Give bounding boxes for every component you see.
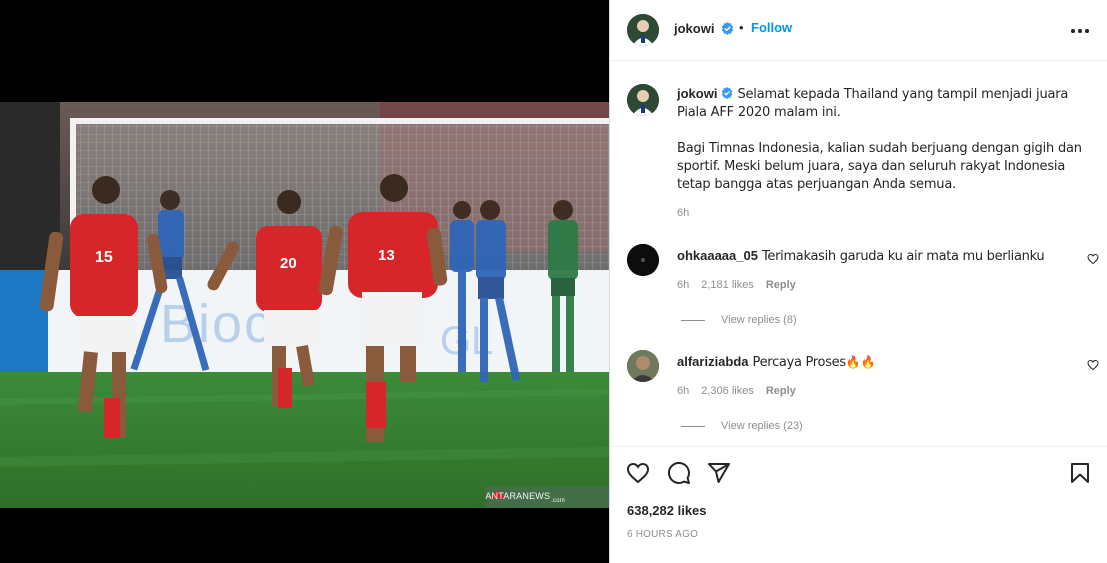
fire-emoji: 🔥🔥 [845, 355, 876, 369]
comment-username[interactable]: alfariziabda [677, 354, 749, 369]
author-username[interactable]: jokowi [674, 21, 714, 36]
svg-text:13: 13 [378, 247, 395, 264]
post-actions: 638,282 likes 6 HOURS AGO [610, 446, 1107, 563]
caption-paragraph-2: Bagi Timnas Indonesia, kalian sudah berj… [677, 141, 1082, 192]
heart-icon[interactable] [626, 461, 650, 485]
share-icon[interactable] [707, 461, 731, 485]
caption-timestamp[interactable]: 6h [677, 207, 689, 219]
svg-text:20: 20 [280, 255, 297, 272]
comment-like-heart-icon[interactable] [1087, 253, 1099, 265]
post-sidebar: jokowi • Follow jokowi Selamat kepada Tha… [609, 0, 1107, 563]
post-header: jokowi • Follow [610, 0, 1107, 61]
comment-text: ohkaaaaa_05 Terimakasih garuda ku air mat… [677, 248, 1045, 264]
caption-avatar[interactable] [627, 84, 659, 116]
comment-like-heart-icon[interactable] [1087, 359, 1099, 371]
comment-text: alfariziabda Percaya Proses🔥🔥 [677, 354, 876, 370]
football-match-photo: Bioc GL 15 20 13 [0, 102, 609, 508]
verified-badge-icon [722, 87, 733, 99]
post-like-count[interactable]: 638,282 likes [627, 503, 707, 518]
comment-username[interactable]: ohkaaaaa_05 [677, 248, 758, 263]
author-avatar[interactable] [627, 14, 659, 46]
comment-meta: 6h 2,181 likes Reply [677, 279, 808, 291]
comment-meta: 6h 2,306 likes Reply [677, 385, 808, 397]
comment-time[interactable]: 6h [677, 385, 689, 397]
caption-text: jokowi Selamat kepada Thailand yang tampi… [677, 85, 1089, 194]
svg-text:15: 15 [95, 249, 113, 266]
verified-badge-icon [721, 22, 734, 35]
svg-text:Bioc: Bioc [160, 294, 273, 354]
reply-button[interactable]: Reply [766, 385, 796, 397]
more-options-icon[interactable] [1068, 20, 1092, 40]
header-separator: • [739, 20, 744, 35]
follow-button[interactable]: Follow [751, 20, 792, 35]
view-replies-button[interactable]: View replies (23) [681, 420, 803, 432]
bookmark-icon[interactable] [1068, 461, 1092, 485]
comment-icon[interactable] [667, 461, 691, 485]
photo-watermark: ANTARANEWS.com [485, 491, 565, 504]
commenter-avatar[interactable] [627, 244, 659, 276]
comment-time[interactable]: 6h [677, 279, 689, 291]
comment-likes[interactable]: 2,181 likes [701, 279, 754, 291]
post-media[interactable]: Bioc GL 15 20 13 ANTARANEWS.com [0, 0, 609, 563]
view-replies-button[interactable]: View replies (8) [681, 314, 797, 326]
comment-likes[interactable]: 2,306 likes [701, 385, 754, 397]
caption-username[interactable]: jokowi [677, 86, 717, 101]
commenter-avatar[interactable] [627, 350, 659, 382]
reply-button[interactable]: Reply [766, 279, 796, 291]
caption-paragraph-1: Selamat kepada Thailand yang tampil menj… [677, 87, 1069, 120]
comments-scroll-area[interactable]: jokowi Selamat kepada Thailand yang tampi… [610, 62, 1107, 446]
post-timestamp[interactable]: 6 HOURS AGO [627, 529, 698, 540]
post-photo: Bioc GL 15 20 13 ANTARANEWS.com [0, 102, 609, 508]
